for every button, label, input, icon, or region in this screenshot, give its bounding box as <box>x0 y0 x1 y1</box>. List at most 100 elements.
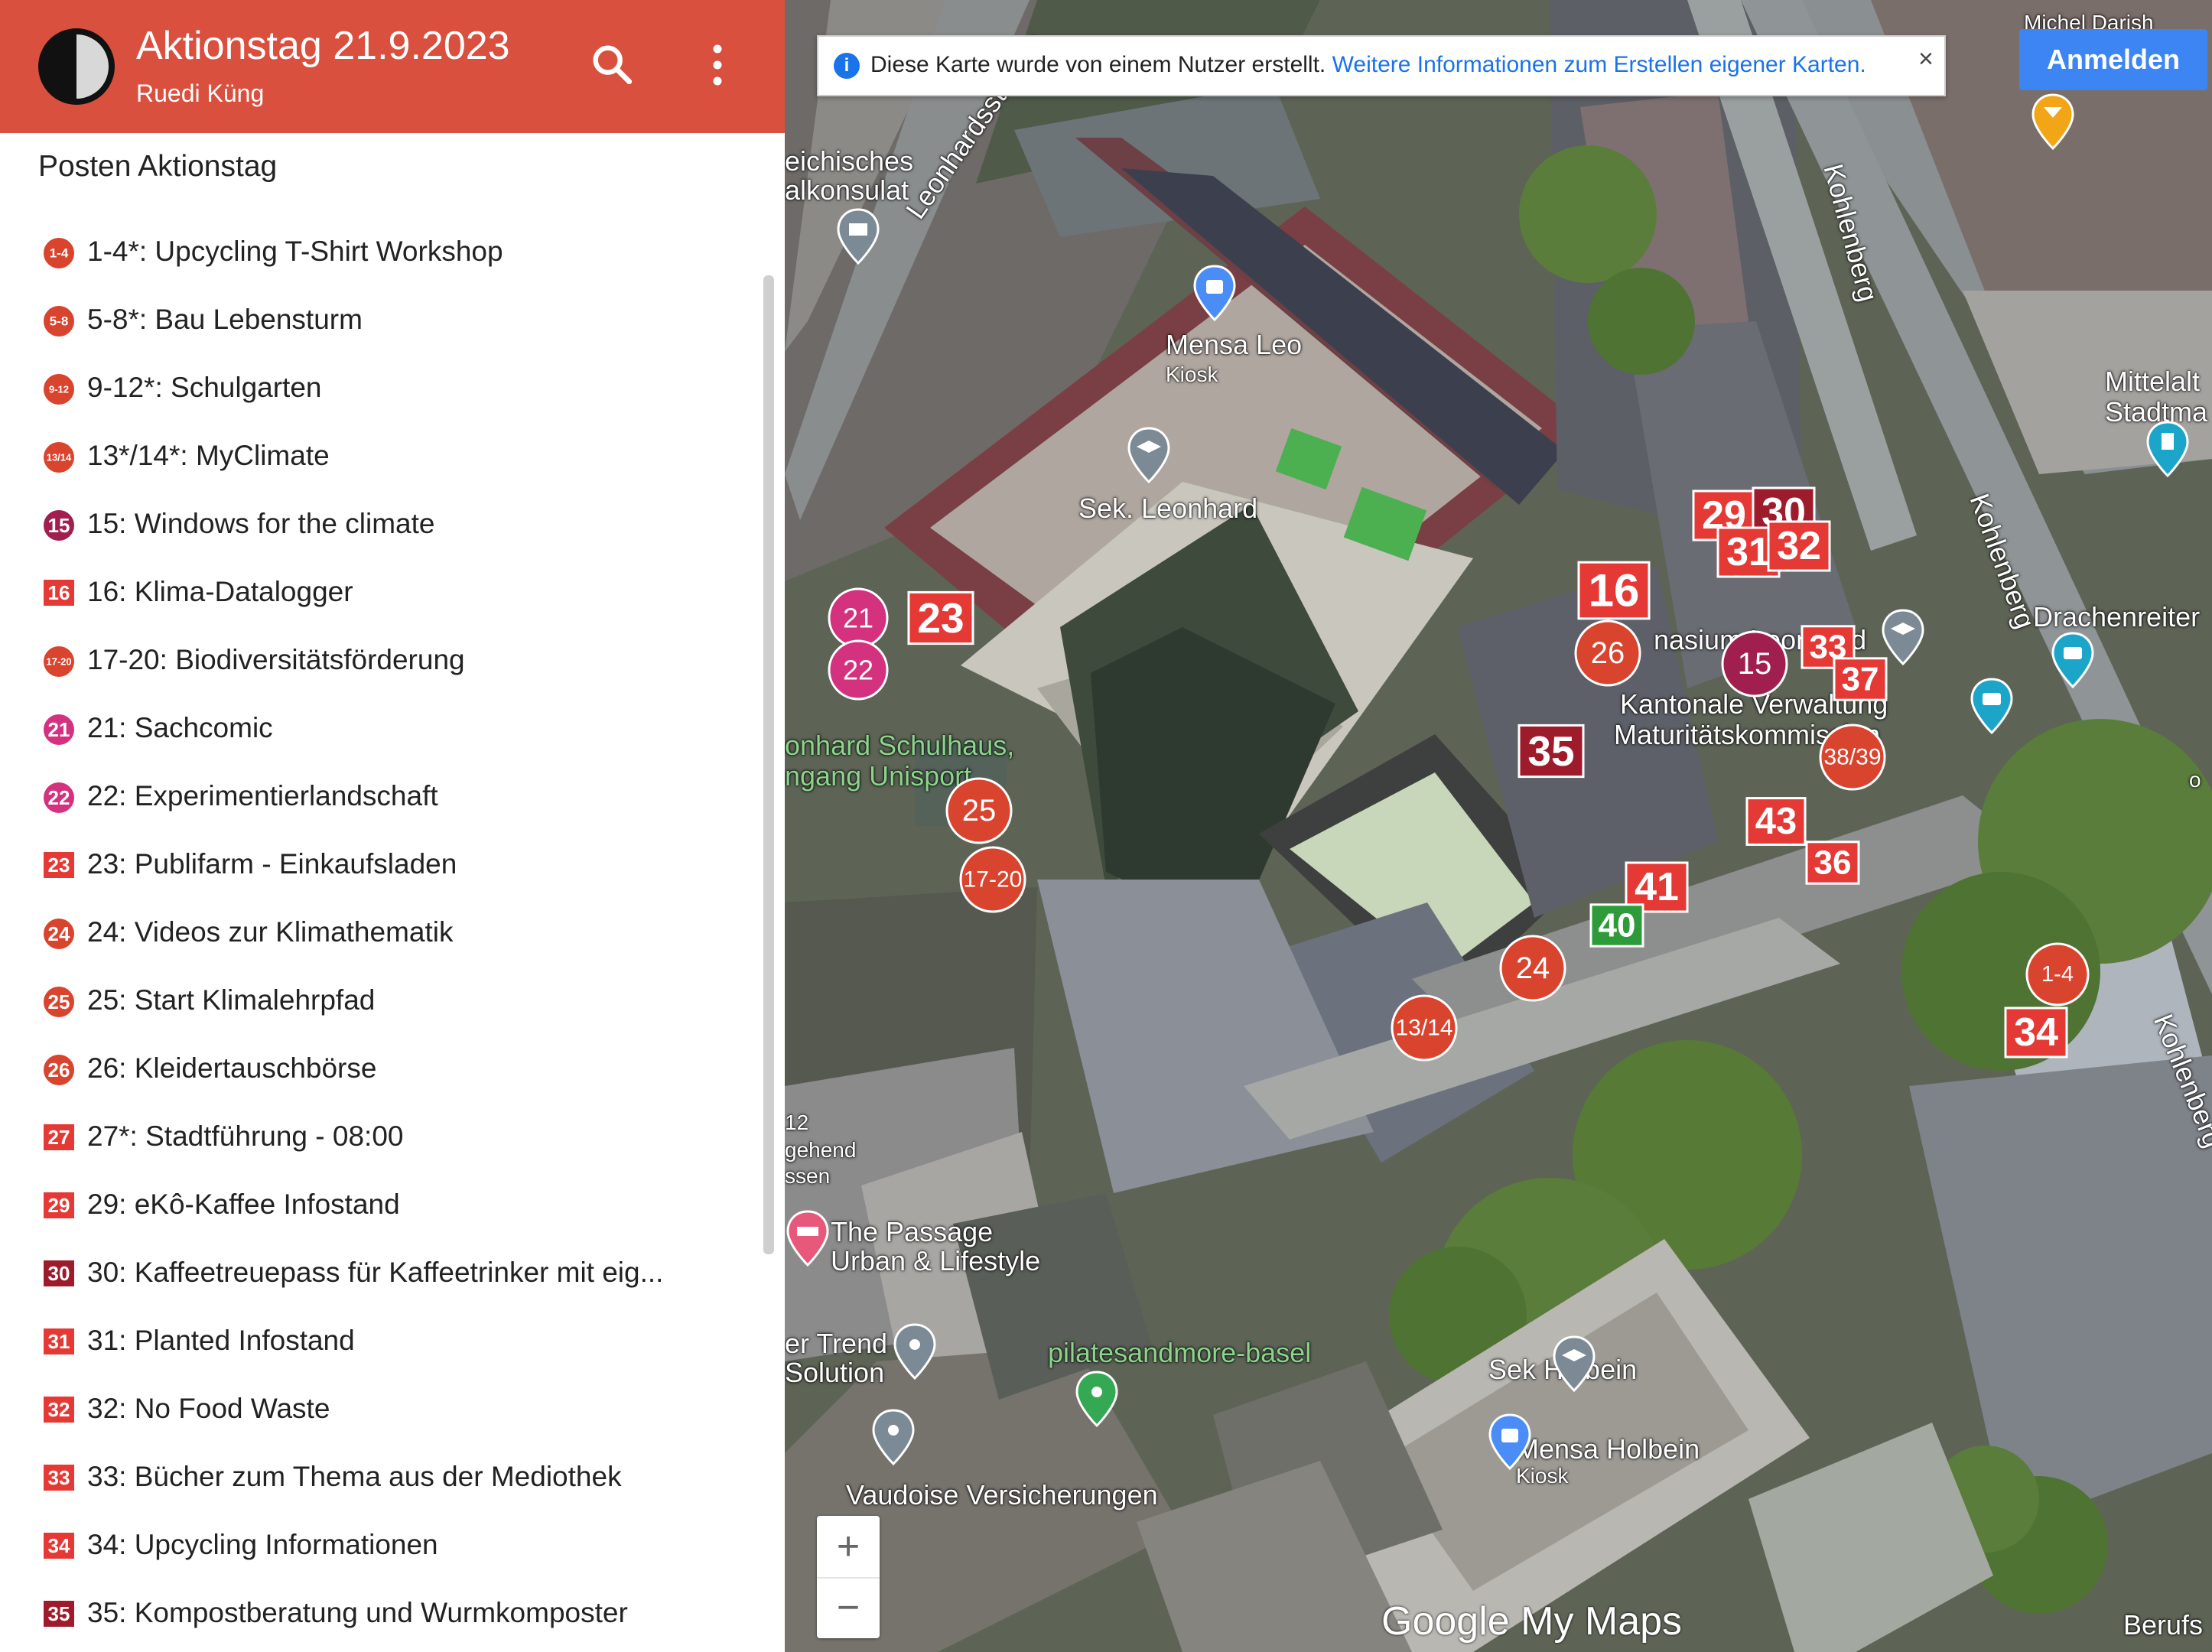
map-marker-label: 37 <box>1842 661 1879 698</box>
map-marker-17-20[interactable]: 17-20 <box>957 844 1029 915</box>
legend-item[interactable]: 33 33: Bücher zum Thema aus der Mediothek <box>0 1447 757 1508</box>
sidebar-scrollbar[interactable] <box>763 275 774 1254</box>
legend-item[interactable]: 30 30: Kaffeetreuepass für Kaffeetrinker … <box>0 1243 757 1304</box>
map-marker-label: 34 <box>2014 1010 2058 1055</box>
svg-text:35: 35 <box>48 1602 70 1625</box>
map-marker-label: 36 <box>1814 844 1852 882</box>
marker-icon: 22 <box>41 780 76 815</box>
poi-label-vaudoise: Vaudoise Versicherungen <box>846 1479 1158 1511</box>
poi-label-mensa-holbein: Mensa Holbein <box>1516 1433 1700 1465</box>
map-author: Ruedi Küng <box>136 80 265 107</box>
camera-pin-icon[interactable] <box>2050 630 2096 691</box>
legend-item[interactable]: 29 29: eKô-Kaffee Infostand <box>0 1175 757 1236</box>
marker-icon: 23 <box>41 848 76 883</box>
map-marker-label: 1-4 <box>2041 962 2074 987</box>
marker-icon: 29 <box>41 1189 76 1224</box>
satellite-map[interactable]: Leonhardsstrasse Kohlenberg Kohlenberg K… <box>785 0 2212 1652</box>
legend-item-label: 33: Bücher zum Thema aus der Mediothek <box>87 1461 622 1492</box>
search-icon[interactable] <box>587 40 636 89</box>
map-marker-37[interactable]: 37 <box>1830 649 1890 709</box>
svg-text:9-12: 9-12 <box>49 384 69 395</box>
legend-item[interactable]: 13/14 13*/14*: MyClimate <box>0 426 757 487</box>
poi-label-sek-leonhard: Sek. Leonhard <box>1078 493 1258 524</box>
hotel-pin-icon[interactable] <box>785 1208 831 1270</box>
legend-item[interactable]: 27 27*: Stadtführung - 08:00 <box>0 1107 757 1168</box>
marker-icon: 1-4 <box>41 236 76 271</box>
legend-item[interactable]: 26 26: Kleidertauschbörse <box>0 1039 757 1100</box>
zoom-control: + − <box>817 1516 880 1638</box>
close-icon[interactable]: × <box>1918 44 1934 74</box>
map-marker-24[interactable]: 24 <box>1497 932 1569 1004</box>
legend-item[interactable]: 5-8 5-8*: Bau Lebensturm <box>0 290 757 351</box>
map-title: Aktionstag 21.9.2023 <box>136 24 510 68</box>
map-marker-32[interactable]: 32 <box>1765 512 1833 580</box>
legend-item[interactable]: 32 32: No Food Waste <box>0 1379 757 1440</box>
map-marker-26[interactable]: 26 <box>1572 617 1644 689</box>
poi-label-passage-2: Urban & Lifestyle <box>831 1245 1041 1276</box>
legend-item[interactable]: 24 24: Videos zur Klimathematik <box>0 902 757 964</box>
legend-item-label: 31: Planted Infostand <box>87 1325 355 1356</box>
legend-item-label: 26: Kleidertauschbörse <box>87 1052 377 1084</box>
legend-item[interactable]: 23 23: Publifarm - Einkaufsladen <box>0 834 757 896</box>
map-marker-38-39[interactable]: 38/39 <box>1817 721 1888 793</box>
map-marker-35[interactable]: 35 <box>1515 715 1587 787</box>
school-pin-icon[interactable] <box>1126 425 1172 486</box>
svg-text:32: 32 <box>48 1398 70 1421</box>
map-marker-label: 40 <box>1599 907 1636 945</box>
svg-text:25: 25 <box>48 990 70 1013</box>
map-marker-label: 24 <box>1516 951 1550 985</box>
marker-icon: 17-20 <box>41 644 76 679</box>
shopping-pin-icon[interactable] <box>1192 263 1238 324</box>
more-vert-icon[interactable] <box>696 38 739 92</box>
marker-icon: 35 <box>41 1597 76 1632</box>
map-marker-34[interactable]: 34 <box>2002 998 2070 1067</box>
museum-pin-icon[interactable] <box>835 206 881 268</box>
poi-label-gehend: gehend <box>785 1138 857 1162</box>
legend-item[interactable]: 35 35: Kompostberatung und Wurmkomposter <box>0 1583 757 1644</box>
poi-label-konsulat-1: eichisches <box>785 145 914 177</box>
legend-item-label: 22: Experimentierlandschaft <box>87 780 438 811</box>
map-marker-label: 43 <box>1755 801 1797 842</box>
legend-item-label: 27*: Stadtführung - 08:00 <box>87 1120 404 1152</box>
zoom-out-button[interactable]: − <box>817 1577 880 1640</box>
map-marker-label: 38/39 <box>1823 745 1881 770</box>
legend-item[interactable]: 15 15: Windows for the climate <box>0 494 757 555</box>
fitness-pin-icon[interactable] <box>1074 1369 1120 1430</box>
place-pin-icon[interactable] <box>892 1322 938 1383</box>
map-marker-15[interactable]: 15 <box>1719 628 1791 700</box>
signin-button[interactable]: Anmelden <box>2019 29 2207 90</box>
legend-item[interactable]: 21 21: Sachcomic <box>0 698 757 759</box>
zoom-in-button[interactable]: + <box>817 1516 880 1577</box>
legend-item[interactable]: 22 22: Experimentierlandschaft <box>0 766 757 828</box>
bar-pin-icon[interactable] <box>2030 92 2076 153</box>
legend-item[interactable]: 31 31: Planted Infostand <box>0 1311 757 1372</box>
map-marker-label: 15 <box>1738 647 1772 681</box>
map-marker-43[interactable]: 43 <box>1743 789 1809 854</box>
poi-label-konsulat-2: alkonsulat <box>785 174 909 206</box>
camera-pin-icon-2[interactable] <box>1969 676 2015 737</box>
legend-item[interactable]: 34 34: Upcycling Informationen <box>0 1515 757 1576</box>
map-marker-40[interactable]: 40 <box>1587 896 1647 955</box>
legend-item[interactable]: 17-20 17-20: Biodiversitätsförderung <box>0 630 757 691</box>
school-pin-icon-3[interactable] <box>1551 1334 1597 1395</box>
tower-pin-icon[interactable] <box>2145 419 2191 480</box>
svg-text:17-20: 17-20 <box>46 656 71 668</box>
place-pin-icon-2[interactable] <box>870 1407 916 1468</box>
map-marker-label: 35 <box>1527 727 1574 775</box>
poi-label-ox: o <box>2189 768 2201 792</box>
svg-text:30: 30 <box>48 1262 70 1285</box>
legend-item[interactable]: 9-12 9-12*: Schulgarten <box>0 358 757 419</box>
legend-item-label: 34: Upcycling Informationen <box>87 1529 438 1560</box>
legend-item[interactable]: 25 25: Start Klimalehrpfad <box>0 971 757 1032</box>
map-marker-13-14[interactable]: 13/14 <box>1388 992 1460 1064</box>
info-link[interactable]: Weitere Informationen zum Erstellen eige… <box>1332 52 1866 77</box>
map-marker-25[interactable]: 25 <box>943 775 1015 847</box>
map-avatar <box>38 28 115 105</box>
legend-item-label: 29: eKô-Kaffee Infostand <box>87 1189 400 1220</box>
shopping-pin-icon-2[interactable] <box>1487 1412 1533 1473</box>
legend-item[interactable]: 16 16: Klima-Datalogger <box>0 562 757 623</box>
map-marker-36[interactable]: 36 <box>1803 833 1862 893</box>
legend-item[interactable]: 1-4 1-4*: Upcycling T-Shirt Workshop <box>0 222 757 283</box>
map-marker-23[interactable]: 23 <box>905 582 977 654</box>
map-marker-22[interactable]: 22 <box>825 637 891 703</box>
